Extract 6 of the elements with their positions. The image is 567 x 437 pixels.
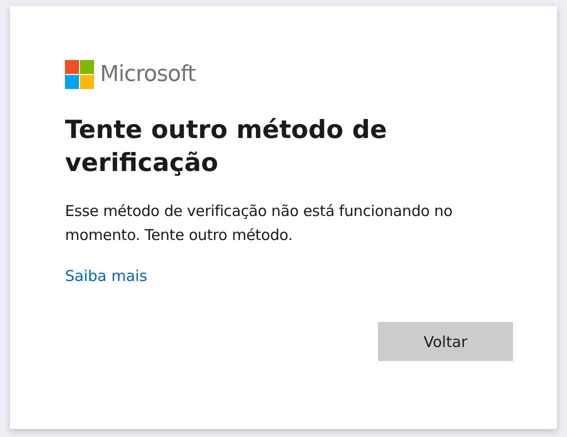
dialog-title: Tente outro método de verificação	[65, 114, 388, 179]
logo-icon	[65, 60, 94, 89]
learn-more-link[interactable]: Saiba mais	[65, 267, 148, 285]
logo-text: Microsoft	[100, 62, 196, 87]
description-text: Esse método de verificação não está funcionando no momento. Tente outro método.	[65, 201, 454, 246]
back-button[interactable]: Voltar	[378, 322, 513, 361]
